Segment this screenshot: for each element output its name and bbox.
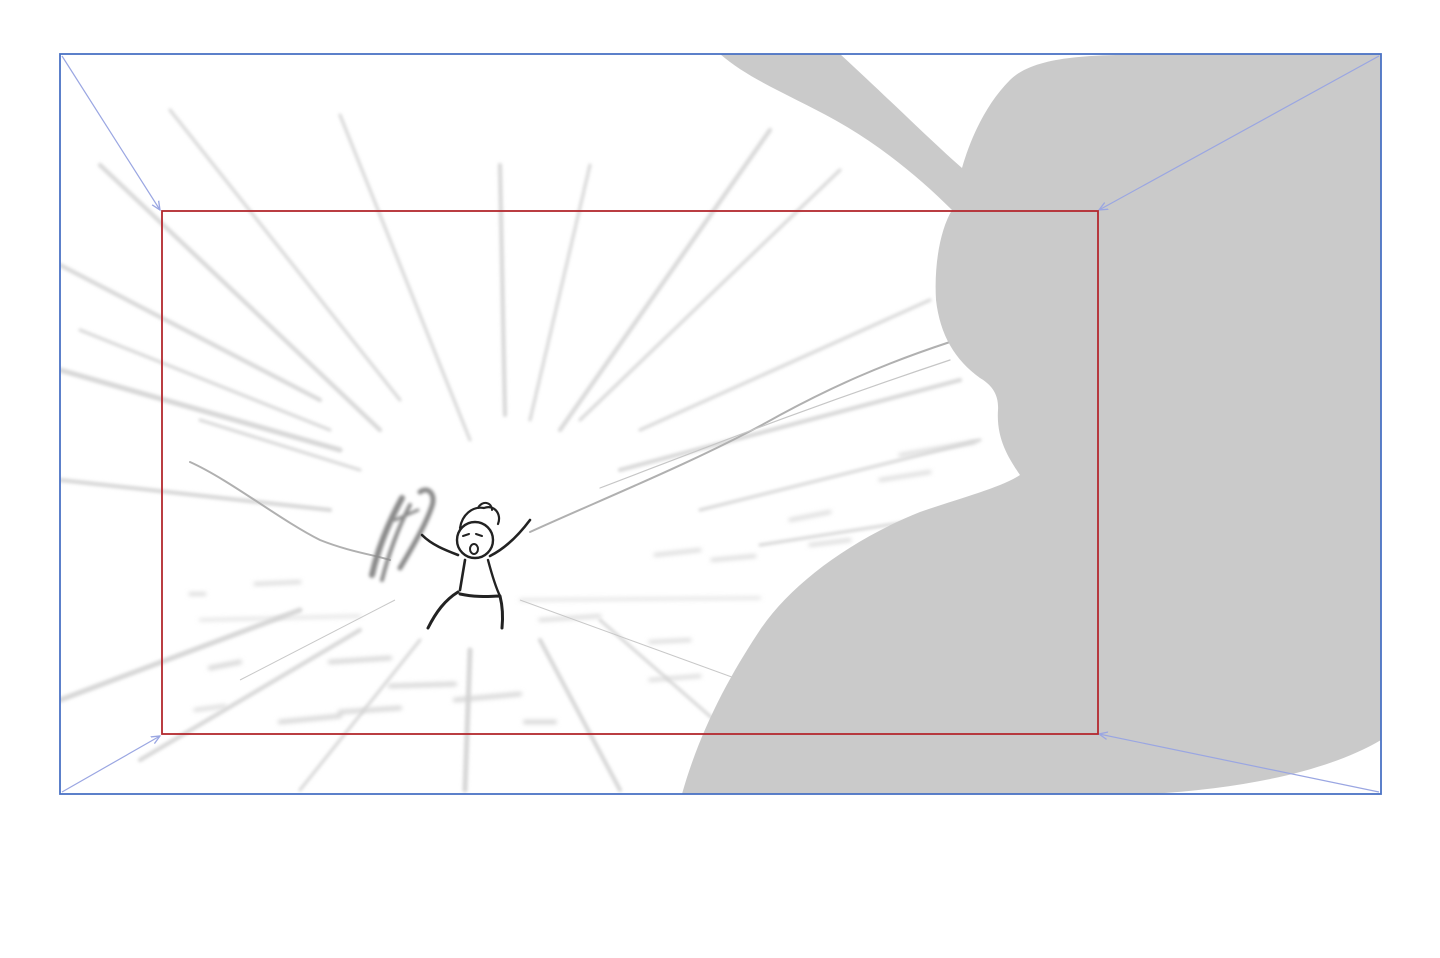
arrow-icon bbox=[61, 736, 160, 793]
stick-figure-icon bbox=[369, 487, 532, 630]
rabbit-silhouette-icon bbox=[682, 54, 1381, 794]
storyboard-canvas bbox=[59, 53, 1382, 795]
shield-icon bbox=[369, 487, 436, 582]
arrow-icon bbox=[61, 55, 160, 210]
storyboard-panel bbox=[0, 0, 1440, 958]
